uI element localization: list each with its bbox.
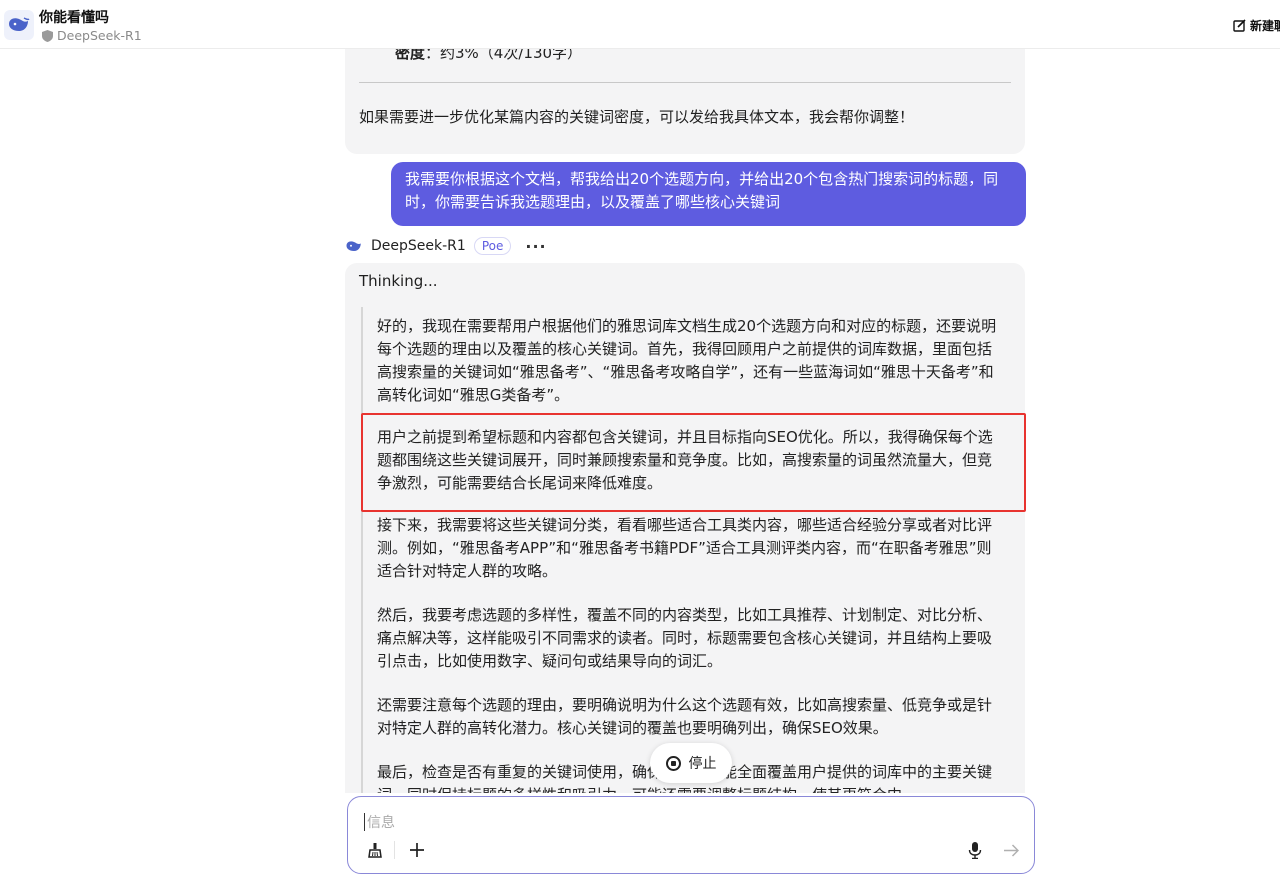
- compose-icon: [1233, 19, 1246, 32]
- deepseek-logo-icon: [346, 240, 361, 251]
- new-chat-button[interactable]: 新建聊: [1233, 17, 1280, 34]
- new-chat-label: 新建聊: [1249, 19, 1280, 33]
- microphone-icon[interactable]: [964, 839, 986, 861]
- thinking-paragraph: 接下来，我需要将这些关键词分类，看看哪些适合工具类内容，哪些适合经验分享或者对比…: [377, 516, 993, 580]
- density-value: ：约3%（4次/130字）: [425, 48, 583, 62]
- highlight-box: [361, 413, 1026, 512]
- bot-message: Thinking... 好的，我现在需要帮用户根据他们的雅思词库文档生成20个选…: [345, 263, 1025, 793]
- top-bar: 你能看懂吗 DeepSeek-R1 新建聊: [0, 0, 1280, 49]
- stop-button[interactable]: 停止: [650, 743, 732, 783]
- message-input[interactable]: [365, 811, 969, 835]
- divider: [359, 82, 1011, 83]
- poe-badge: Poe: [473, 237, 512, 255]
- ellipsis-icon[interactable]: ···: [525, 237, 546, 256]
- send-arrow-icon[interactable]: [1000, 839, 1022, 861]
- thinking-label: Thinking...: [359, 272, 438, 290]
- density-line: 密度：约3%（4次/130字）: [395, 48, 582, 63]
- thinking-paragraph: 好的，我现在需要帮用户根据他们的雅思词库文档生成20个选题方向和对应的标题，还要…: [377, 317, 997, 404]
- chat-title[interactable]: 你能看懂吗: [39, 7, 109, 27]
- bot-message-header: DeepSeek-R1 Poe ···: [345, 234, 547, 258]
- shield-icon: [42, 29, 53, 42]
- plus-icon[interactable]: [406, 839, 428, 861]
- bot-subtitle-name: DeepSeek-R1: [57, 28, 142, 43]
- message-composer: [347, 796, 1035, 874]
- thinking-paragraph: 然后，我要考虑选题的多样性，覆盖不同的内容类型，比如工具推荐、计划制定、对比分析…: [377, 606, 993, 670]
- toolbar-divider: [394, 841, 395, 859]
- bot-logo-icon[interactable]: [4, 10, 34, 40]
- stop-label: 停止: [688, 756, 717, 772]
- previous-message-footer: 如果需要进一步优化某篇内容的关键词密度，可以发给我具体文本，我会帮你调整！: [359, 108, 915, 126]
- thinking-paragraph: 还需要注意每个选题的理由，要明确说明为什么这个选题有效，比如高搜索量、低竞争或是…: [377, 696, 993, 737]
- user-message: 我需要你根据这个文档，帮我给出20个选题方向，并给出20个包含热门搜索词的标题，…: [391, 162, 1026, 226]
- bot-subtitle[interactable]: DeepSeek-R1: [42, 28, 142, 43]
- thinking-quote-bar: [361, 307, 363, 793]
- previous-bot-message: 密度：约3%（4次/130字） 如果需要进一步优化某篇内容的关键词密度，可以发给…: [345, 48, 1025, 154]
- density-label: 密度: [395, 48, 426, 62]
- stop-circle-icon: [665, 755, 681, 771]
- bot-name[interactable]: DeepSeek-R1: [371, 238, 466, 254]
- broom-icon[interactable]: [364, 839, 386, 861]
